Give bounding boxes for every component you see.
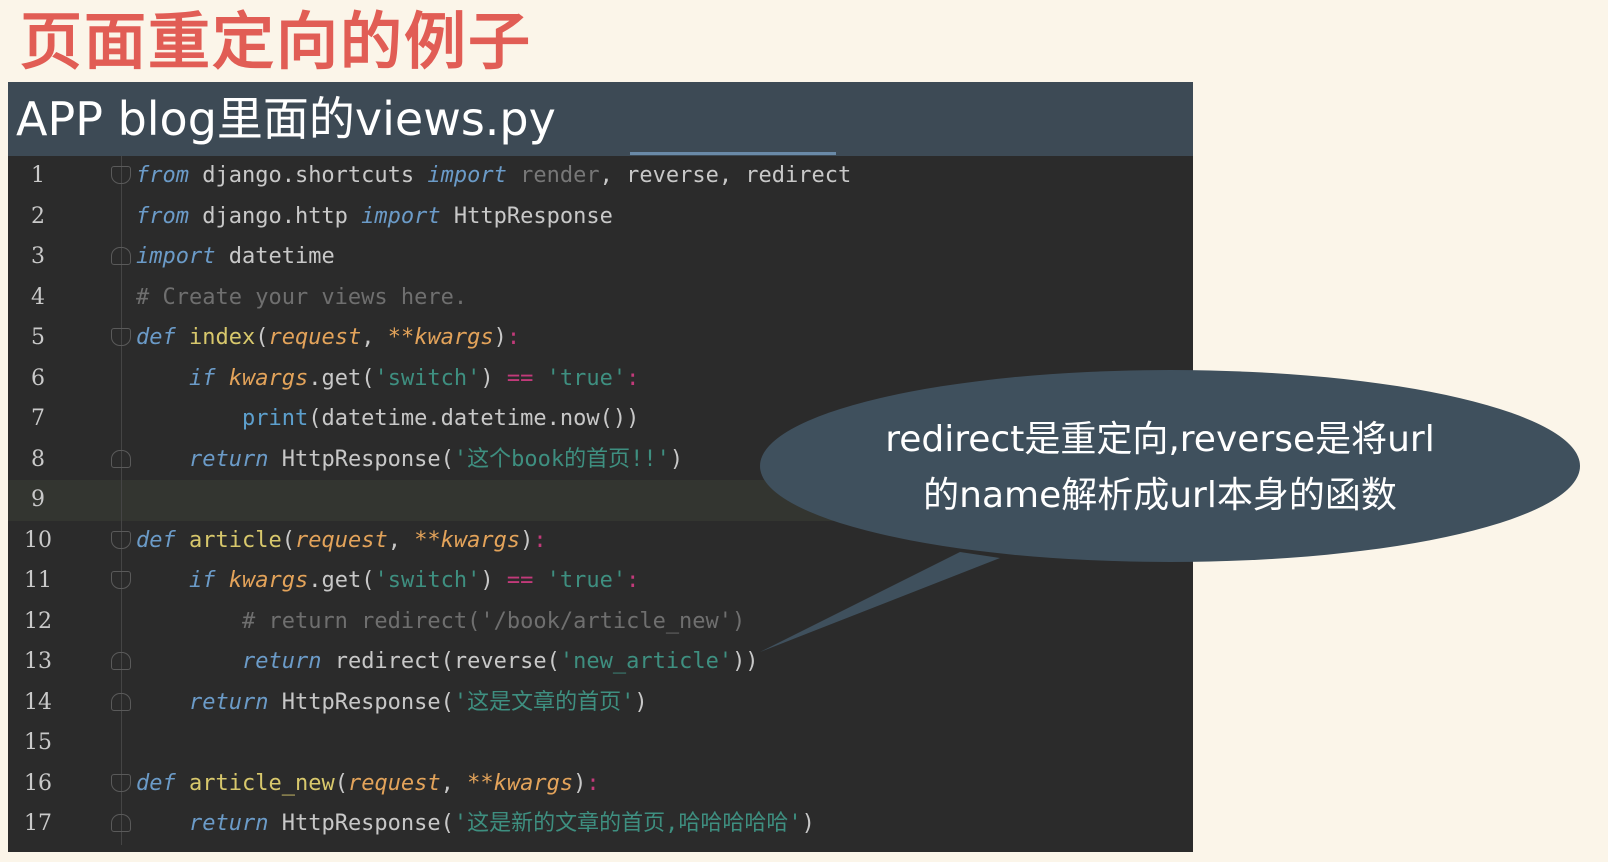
callout-line-1: redirect是重定向,reverse是将url bbox=[885, 419, 1435, 460]
callout-line-2: 的name解析成url本身的函数 bbox=[923, 475, 1397, 516]
callout-tail bbox=[760, 552, 1000, 652]
callout-text: redirect是重定向,reverse是将url 的name解析成url本身的… bbox=[820, 412, 1500, 524]
